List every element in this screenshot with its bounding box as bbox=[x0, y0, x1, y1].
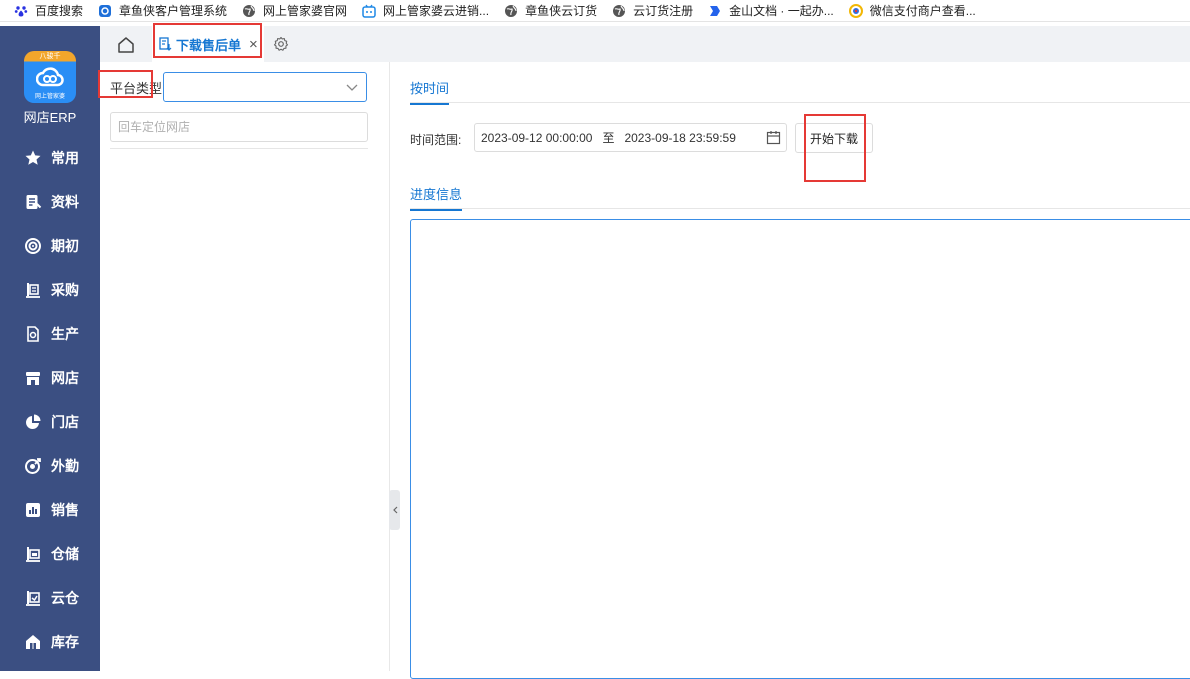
sidebar-item-cloud-warehouse[interactable]: 云仓 bbox=[0, 576, 100, 620]
bookmark-item[interactable]: 金山文档 · 一起办... bbox=[708, 2, 834, 19]
tab-bar: 下载售后单 × bbox=[100, 26, 1190, 62]
divider bbox=[410, 208, 1190, 209]
logo-top-text: 八骏千 bbox=[39, 53, 61, 60]
bookmark-item[interactable]: 百度搜索 bbox=[14, 2, 83, 19]
collapse-panel-handle[interactable] bbox=[389, 490, 400, 530]
field-icon bbox=[24, 457, 42, 475]
sidebar-item-label: 仓储 bbox=[51, 546, 79, 562]
sidebar-item-label: 网店 bbox=[51, 370, 79, 386]
bookmark-label: 章鱼侠云订货 bbox=[525, 4, 598, 18]
globe-icon bbox=[504, 4, 518, 18]
sidebar-item-label: 期初 bbox=[51, 238, 79, 254]
logo-sub-text: 网上管家婆 bbox=[34, 94, 65, 100]
sidebar-item-label: 门店 bbox=[51, 414, 79, 430]
close-icon[interactable]: × bbox=[249, 36, 258, 53]
sidebar-nav: 常用资料期初采购生产网店门店外勤销售仓储云仓库存 bbox=[0, 136, 100, 664]
date-range-picker[interactable]: 2023-09-12 00:00:00 至 2023-09-18 23:59:5… bbox=[474, 123, 787, 152]
pie-icon bbox=[24, 413, 42, 431]
range-separator: 至 bbox=[602, 131, 615, 145]
sidebar-item-label: 常用 bbox=[51, 150, 79, 166]
shop-locate-input[interactable] bbox=[110, 112, 368, 142]
home-icon[interactable] bbox=[116, 35, 136, 55]
divider bbox=[410, 102, 1190, 103]
sidebar-item-label: 云仓 bbox=[51, 590, 79, 606]
tab-label: 下载售后单 bbox=[176, 37, 242, 53]
sidebar-item-purchase[interactable]: 采购 bbox=[0, 268, 100, 312]
sidebar-item-home-stock[interactable]: 库存 bbox=[0, 620, 100, 664]
progress-info-area[interactable] bbox=[410, 219, 1190, 679]
bookmark-item[interactable]: 章鱼侠客户管理系统 bbox=[98, 2, 227, 19]
document-icon bbox=[24, 193, 42, 211]
cloud-warehouse-icon bbox=[24, 589, 42, 607]
bookmark-item[interactable]: 云订货注册 bbox=[612, 2, 693, 19]
sidebar-item-star[interactable]: 常用 bbox=[0, 136, 100, 180]
calendar-icon[interactable] bbox=[766, 130, 781, 145]
star-icon bbox=[24, 149, 42, 167]
target-icon bbox=[24, 237, 42, 255]
sidebar-item-pie[interactable]: 门店 bbox=[0, 400, 100, 444]
time-range-label: 时间范围: bbox=[410, 133, 462, 147]
chevron-left-icon bbox=[392, 506, 397, 514]
left-panel: 平台类型 bbox=[100, 62, 390, 671]
bookmark-label: 网上管家婆官网 bbox=[263, 4, 348, 18]
bookmark-item[interactable]: 章鱼侠云订货 bbox=[504, 2, 597, 19]
bookmark-label: 金山文档 · 一起办... bbox=[729, 4, 834, 18]
platform-type-label: 平台类型 bbox=[110, 81, 163, 96]
baidu-paw-icon bbox=[14, 4, 28, 18]
gear-icon[interactable] bbox=[273, 36, 289, 52]
production-icon bbox=[24, 325, 42, 343]
end-datetime[interactable]: 2023-09-18 23:59:59 bbox=[624, 131, 735, 145]
bookmark-item[interactable]: 网上管家婆官网 bbox=[242, 2, 347, 19]
sidebar-item-shop[interactable]: 网店 bbox=[0, 356, 100, 400]
shop-icon bbox=[24, 369, 42, 387]
globe-icon bbox=[242, 4, 256, 18]
tab-download-aftersales[interactable]: 下载售后单 × bbox=[152, 26, 264, 62]
start-datetime[interactable]: 2023-09-12 00:00:00 bbox=[481, 131, 592, 145]
kdocs-icon bbox=[708, 4, 722, 18]
robot-tv-icon bbox=[362, 4, 376, 18]
bookmarks-bar: 百度搜索 章鱼侠客户管理系统 网上管家婆官网 网上管家婆云进销... 章鱼侠云订货 云订货… bbox=[0, 0, 1190, 22]
sidebar-item-label: 外勤 bbox=[51, 458, 79, 474]
chevron-down-icon bbox=[346, 84, 358, 91]
app-logo[interactable]: 八骏千 网上管家婆 bbox=[24, 51, 76, 103]
tab-progress-info[interactable]: 进度信息 bbox=[410, 184, 463, 211]
globe-icon bbox=[612, 4, 626, 18]
purchase-icon bbox=[24, 281, 42, 299]
bookmark-label: 章鱼侠客户管理系统 bbox=[119, 4, 228, 18]
sidebar-item-label: 资料 bbox=[51, 194, 79, 210]
bookmark-label: 微信支付商户查看... bbox=[869, 4, 976, 18]
home-stock-icon bbox=[24, 633, 42, 651]
app-name: 网店ERP bbox=[23, 110, 77, 125]
sidebar-item-document[interactable]: 资料 bbox=[0, 180, 100, 224]
bookmark-item[interactable]: 网上管家婆云进销... bbox=[362, 2, 489, 19]
sidebar-item-warehouse[interactable]: 仓储 bbox=[0, 532, 100, 576]
app-square-icon bbox=[98, 4, 112, 18]
warehouse-icon bbox=[24, 545, 42, 563]
cloud-logo-icon bbox=[36, 67, 64, 87]
sidebar: 八骏千 网上管家婆 网店ERP 常用资料期初采购生产网店门店外勤销售仓储云仓库存 bbox=[0, 26, 100, 671]
start-download-button[interactable]: 开始下载 bbox=[795, 123, 873, 153]
divider bbox=[110, 148, 368, 149]
sidebar-item-target[interactable]: 期初 bbox=[0, 224, 100, 268]
sidebar-item-field[interactable]: 外勤 bbox=[0, 444, 100, 488]
bookmark-item[interactable]: 微信支付商户查看... bbox=[848, 2, 976, 19]
bar-chart-icon bbox=[24, 501, 42, 519]
sidebar-item-label: 销售 bbox=[51, 502, 79, 518]
tab-by-time[interactable]: 按时间 bbox=[410, 78, 450, 105]
sidebar-item-label: 库存 bbox=[51, 634, 79, 650]
bookmark-label: 网上管家婆云进销... bbox=[383, 4, 490, 18]
bookmark-label: 云订货注册 bbox=[633, 4, 694, 18]
sidebar-item-bar-chart[interactable]: 销售 bbox=[0, 488, 100, 532]
wechat-pay-icon bbox=[848, 3, 863, 18]
platform-type-select[interactable] bbox=[163, 72, 367, 102]
sidebar-item-label: 生产 bbox=[51, 326, 79, 342]
download-doc-icon bbox=[159, 37, 172, 51]
bookmark-label: 百度搜索 bbox=[35, 4, 84, 18]
sidebar-item-label: 采购 bbox=[51, 282, 79, 298]
sidebar-item-production[interactable]: 生产 bbox=[0, 312, 100, 356]
